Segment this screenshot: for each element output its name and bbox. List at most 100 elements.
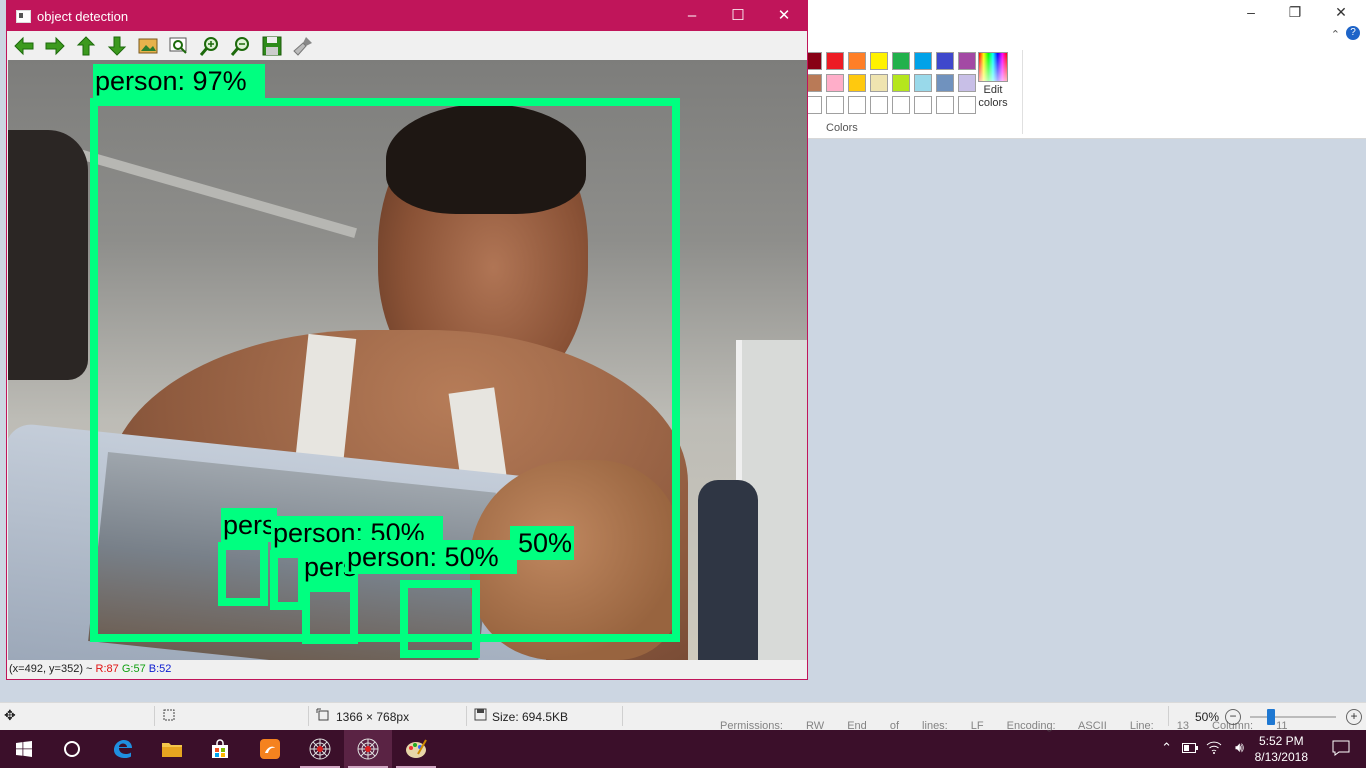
clock-time: 5:52 PM: [1258, 734, 1304, 748]
close-button[interactable]: ✕: [1318, 2, 1364, 24]
edit-colors-button[interactable]: Edit colors: [974, 52, 1012, 110]
up-arrow-icon[interactable]: [75, 35, 97, 57]
wifi-icon[interactable]: [1206, 740, 1222, 757]
taskbar-spider-app[interactable]: [296, 730, 344, 768]
cursor-coordinates: (x=492, y=352) ~: [9, 663, 93, 675]
minimize-button[interactable]: –: [669, 1, 715, 31]
edit-colors-label: Edit colors: [978, 84, 1008, 109]
taskbar-edge[interactable]: [98, 730, 146, 768]
uc-browser-icon: [260, 739, 280, 759]
detection-image-canvas[interactable]: person: 97% person: 50% person: 50% pers…: [8, 60, 807, 660]
detection-label: person: 50%: [345, 540, 517, 574]
cortana-icon: [64, 741, 80, 757]
color-swatch[interactable]: [892, 74, 910, 92]
cortana-button[interactable]: [48, 730, 96, 768]
taskbar: Permissions: RW End of lines: LF Encodin…: [0, 720, 1366, 768]
detection-label: person: 97%: [93, 64, 265, 98]
forward-arrow-icon[interactable]: [44, 35, 66, 57]
action-center-icon[interactable]: [1332, 739, 1350, 760]
background-editor-status: Permissions: RW End of lines: LF Encodin…: [720, 720, 1288, 732]
detection-box: [302, 584, 358, 644]
color-swatch[interactable]: [848, 52, 866, 70]
store-bag-icon: [212, 739, 228, 758]
down-arrow-icon[interactable]: [106, 35, 128, 57]
clock[interactable]: 5:52 PM 8/13/2018: [1255, 733, 1308, 765]
blue-value: B:52: [148, 663, 172, 675]
color-swatch[interactable]: [848, 74, 866, 92]
colors-group-label: Colors: [826, 122, 858, 134]
color-swatch[interactable]: [870, 96, 888, 114]
show-hidden-icons-icon[interactable]: ⌃: [1161, 740, 1172, 756]
ribbon-divider: [1022, 50, 1023, 134]
detection-label: person: 50%: [510, 526, 574, 560]
back-arrow-icon[interactable]: [13, 35, 35, 57]
image-icon[interactable]: [137, 35, 159, 57]
color-swatch[interactable]: [936, 96, 954, 114]
detection-box: [400, 580, 480, 658]
window-title: object detection: [37, 9, 129, 24]
volume-icon[interactable]: 🔊︎: [1235, 739, 1244, 756]
file-size: Size: 694.5KB: [492, 710, 569, 724]
dark-cloth: [8, 130, 88, 380]
rainbow-icon: [978, 52, 1008, 82]
spider-web-icon: [357, 738, 379, 760]
detection-label: person: 50%: [221, 508, 277, 542]
detection-box: [218, 542, 268, 606]
collapse-ribbon-icon[interactable]: ⌃: [1331, 28, 1340, 41]
image-toolbar: [7, 31, 807, 60]
color-swatch[interactable]: [892, 96, 910, 114]
spider-web-icon: [309, 738, 331, 760]
color-swatch[interactable]: [914, 96, 932, 114]
zoom-out-icon[interactable]: [230, 35, 252, 57]
zoom-in-icon[interactable]: [199, 35, 221, 57]
move-cursor-icon: ✥: [4, 707, 16, 723]
zoom-fit-icon[interactable]: [168, 35, 190, 57]
selection-icon: [162, 708, 176, 725]
window-app-icon: [16, 10, 31, 23]
zoom-slider-track[interactable]: [1250, 716, 1336, 718]
color-swatch[interactable]: [826, 96, 844, 114]
maximize-button[interactable]: ☐: [715, 1, 761, 31]
edge-icon: [114, 740, 132, 758]
folder-icon: [162, 743, 182, 757]
start-button[interactable]: [0, 730, 48, 768]
taskbar-file-explorer[interactable]: [148, 730, 196, 768]
windows-icon: [16, 741, 32, 757]
save-icon[interactable]: [261, 35, 283, 57]
paint-window-titlebar: – ❐ ✕: [808, 0, 1366, 46]
color-swatch[interactable]: [826, 74, 844, 92]
window-titlebar[interactable]: object detection – ☐ ✕: [7, 1, 807, 31]
pixel-info: (x=492, y=352) ~ R:87 G:57 B:52: [9, 663, 171, 675]
color-swatch[interactable]: [914, 52, 932, 70]
color-swatch[interactable]: [914, 74, 932, 92]
color-swatch[interactable]: [848, 96, 866, 114]
battery-icon[interactable]: [1182, 742, 1198, 756]
color-swatch[interactable]: [826, 52, 844, 70]
restore-button[interactable]: ❐: [1272, 2, 1318, 24]
detection-box: [270, 550, 306, 610]
color-swatch[interactable]: [892, 52, 910, 70]
canvas-dimensions: 1366 × 768px: [336, 710, 410, 724]
minimize-button[interactable]: –: [1228, 2, 1274, 24]
paint-ribbon: ⌃ ? Colors Edit colors: [804, 26, 1366, 139]
disk-icon: [474, 708, 487, 724]
clear-brush-icon[interactable]: [292, 35, 314, 57]
window-status-bar: (x=492, y=352) ~ R:87 G:57 B:52: [7, 660, 807, 679]
help-icon[interactable]: ?: [1346, 26, 1360, 40]
clock-date: 8/13/2018: [1254, 750, 1308, 764]
taskbar-paint[interactable]: [392, 730, 440, 768]
color-swatch[interactable]: [870, 52, 888, 70]
color-swatch[interactable]: [936, 52, 954, 70]
taskbar-uc-browser[interactable]: [246, 730, 294, 768]
taskbar-store[interactable]: [196, 730, 244, 768]
close-button[interactable]: ✕: [761, 1, 807, 31]
canvas-size-icon: [316, 708, 330, 725]
color-swatch[interactable]: [936, 74, 954, 92]
color-swatch[interactable]: [870, 74, 888, 92]
object-detection-window: object detection – ☐ ✕ person: 97% pers …: [6, 0, 808, 680]
zoom-in-button[interactable]: +: [1346, 709, 1362, 725]
green-value: G:57: [121, 663, 146, 675]
hanging-clothes: [698, 480, 758, 660]
paint-palette-icon: [406, 739, 427, 758]
taskbar-spider-app-active[interactable]: [344, 730, 392, 768]
